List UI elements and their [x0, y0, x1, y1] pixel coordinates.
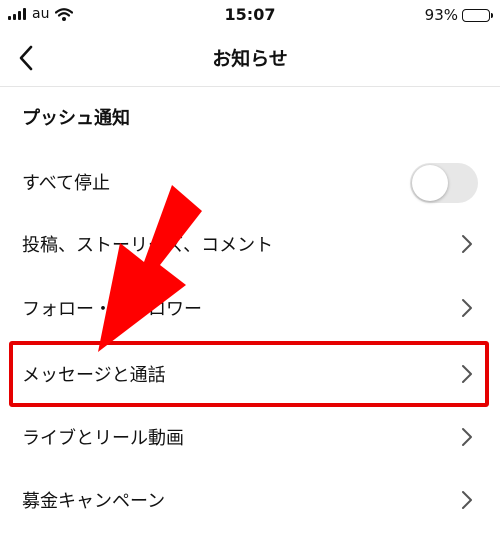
row-stop-all[interactable]: すべて停止 [0, 150, 500, 213]
row-fundraisers[interactable]: 募金キャンペーン [0, 468, 500, 531]
highlight-box [9, 341, 489, 407]
row-label: すべて停止 [22, 172, 111, 194]
chevron-right-icon [462, 299, 472, 317]
battery-percent: 93% [424, 6, 458, 24]
row-label: フォロー・フォロワー [22, 298, 202, 320]
section-title: プッシュ通知 [22, 108, 130, 129]
row-label: 募金キャンペーン [22, 490, 166, 512]
nav-bar: お知らせ [0, 30, 500, 87]
battery-group: 93% [424, 6, 493, 24]
row-label: ライブとリール動画 [22, 427, 184, 449]
row-label: 投稿、ストーリーズ、コメント [22, 234, 274, 256]
status-bar: au 15:07 93% [0, 0, 500, 30]
chevron-right-icon [462, 491, 472, 509]
row-live-reels[interactable]: ライブとリール動画 [0, 405, 500, 468]
chevron-right-icon [462, 235, 472, 253]
battery-icon [462, 8, 493, 22]
stop-all-toggle[interactable] [410, 163, 478, 203]
chevron-right-icon [462, 428, 472, 446]
toggle-knob [412, 165, 448, 201]
page-title: お知らせ [212, 48, 288, 70]
row-posts-stories-comments[interactable]: 投稿、ストーリーズ、コメント [0, 212, 500, 275]
row-follow-followers[interactable]: フォロー・フォロワー [0, 276, 500, 339]
